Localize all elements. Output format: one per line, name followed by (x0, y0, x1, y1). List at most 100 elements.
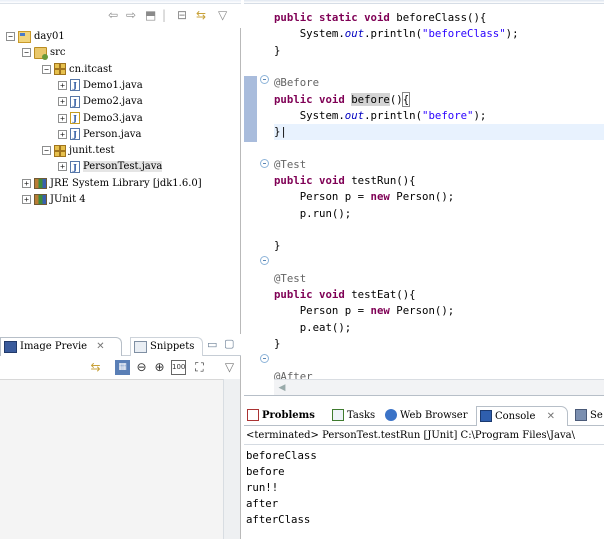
vertical-scrollbar[interactable] (223, 379, 240, 539)
code-line[interactable]: } (274, 43, 604, 59)
tree-item[interactable]: − junit.test (42, 143, 114, 159)
collapse-icon[interactable]: − (6, 32, 15, 41)
tab-console[interactable]: Console ✕ (476, 406, 568, 426)
fold-toggle-icon[interactable] (260, 75, 269, 84)
library-icon (34, 194, 47, 205)
package-explorer: ⇦ ⇨ ⬒ | ⊟ ⇆ ▽ − day01− src − cn.itcast + J Demo… (0, 0, 241, 327)
expand-icon[interactable]: + (58, 113, 67, 123)
problems-icon (247, 409, 259, 421)
expand-icon[interactable]: + (22, 195, 31, 204)
tree-item[interactable]: + J Person.java (58, 127, 141, 143)
link-icon[interactable]: ⇆ (88, 360, 103, 375)
code-line[interactable]: public void before(){ (274, 91, 604, 108)
minimize-icon[interactable]: ▭ (207, 338, 217, 351)
code-line[interactable]: @Test (274, 157, 604, 173)
tree-item-label: Person.java (83, 128, 142, 140)
fit-image-icon[interactable]: ▦ (115, 360, 130, 375)
fold-toggle-icon[interactable] (260, 159, 269, 168)
code-line[interactable] (274, 222, 604, 238)
tree-item-label: junit.test (69, 145, 115, 157)
tree-item[interactable]: − cn.itcast (42, 62, 112, 78)
console-line: before (246, 465, 285, 478)
code-area[interactable]: public static void beforeClass(){ System… (274, 4, 604, 399)
code-line[interactable]: p.eat(); (274, 320, 604, 336)
view-menu-icon[interactable]: ▽ (218, 8, 227, 22)
back-icon[interactable]: ⇦ (108, 8, 118, 22)
code-line[interactable]: }| (274, 124, 604, 141)
link-with-editor-icon[interactable]: ⇆ (196, 8, 206, 22)
tab-problems[interactable]: Problems (244, 406, 324, 426)
scroll-left-icon[interactable]: ◀ (276, 382, 288, 394)
java-file-icon: J (70, 160, 80, 173)
code-line[interactable]: @Before (274, 75, 604, 91)
code-line[interactable]: @Test (274, 271, 604, 287)
console-line: afterClass (246, 513, 311, 526)
tab-image-preview[interactable]: Image Previe ✕ (0, 337, 122, 356)
close-icon[interactable]: ✕ (96, 341, 104, 352)
tree-item[interactable]: + J PersonTest.java (58, 159, 163, 175)
code-line[interactable] (274, 59, 604, 75)
tree-item[interactable]: − src (22, 45, 66, 61)
java-file-icon: J (70, 128, 80, 141)
package-explorer-toolbar: ⇦ ⇨ ⬒ | ⊟ ⇆ ▽ (0, 0, 241, 28)
fold-toggle-icon[interactable] (260, 354, 269, 363)
expand-icon[interactable]: + (58, 97, 67, 107)
code-line[interactable]: } (274, 336, 604, 352)
zoom-100-icon[interactable]: 100 (171, 360, 186, 375)
code-line[interactable]: public void testRun(){ (274, 173, 604, 189)
code-line[interactable]: } (274, 238, 604, 254)
view-menu-icon[interactable]: ▽ (222, 360, 237, 375)
tree-item[interactable]: + J Demo2.java (58, 94, 143, 110)
console-panel: Problems Tasks Web Browser Console ✕ Se … (244, 395, 604, 539)
zoom-out-icon[interactable]: ⊖ (134, 360, 149, 375)
horizontal-scrollbar[interactable]: ◀ (274, 379, 604, 395)
fit-window-icon[interactable]: ⛶ (192, 360, 207, 375)
console-output[interactable]: beforeClass before run!! after afterClass (244, 448, 604, 539)
tree-item[interactable]: + JRE System Library [jdk1.6.0] (22, 176, 202, 192)
code-line[interactable]: Person p = new Person(); (274, 303, 604, 319)
tree-item[interactable]: + J Demo3.java (58, 111, 143, 127)
fold-toggle-icon[interactable] (260, 256, 269, 265)
tree-item-label: src (50, 47, 66, 59)
expand-icon[interactable]: + (22, 178, 31, 188)
code-line[interactable]: System.out.println("beforeClass"); (274, 26, 604, 42)
tree-item[interactable]: − day01 (6, 29, 65, 45)
collapse-all-icon[interactable]: ⊟ (177, 8, 187, 22)
tree-item[interactable]: + JUnit 4 (22, 192, 86, 208)
zoom-in-icon[interactable]: ⊕ (152, 360, 167, 375)
tab-snippets[interactable]: Snippets (130, 337, 203, 356)
expand-icon[interactable]: + (58, 129, 67, 139)
java-file-icon: J (70, 112, 80, 124)
tree-item-label: Demo2.java (83, 96, 143, 108)
tab-servers[interactable]: Se (572, 406, 604, 426)
code-line[interactable]: public void testEat(){ (274, 287, 604, 303)
forward-icon[interactable]: ⇨ (126, 8, 136, 22)
collapse-icon[interactable]: − (42, 64, 51, 74)
tree-item-label: cn.itcast (69, 63, 113, 75)
tab-console-label: Console (495, 411, 536, 422)
package-icon (54, 63, 66, 76)
code-line[interactable]: public static void beforeClass(){ (274, 10, 604, 26)
expand-icon[interactable]: + (58, 80, 67, 90)
image-preview-icon (4, 341, 17, 353)
collapse-icon[interactable]: − (22, 48, 31, 58)
code-line[interactable] (274, 352, 604, 368)
tree-item[interactable]: + J Demo1.java (58, 78, 143, 94)
globe-icon (385, 409, 397, 421)
tree-item-label: Demo3.java (83, 112, 143, 124)
bottom-tab-bar: Problems Tasks Web Browser Console ✕ Se (244, 404, 604, 426)
code-line[interactable] (274, 255, 604, 271)
code-line[interactable]: p.run(); (274, 206, 604, 222)
expand-icon[interactable]: + (58, 162, 67, 172)
code-line[interactable] (274, 140, 604, 156)
code-line[interactable]: Person p = new Person(); (274, 189, 604, 205)
collapse-icon[interactable]: − (42, 146, 51, 156)
console-line: beforeClass (246, 449, 317, 462)
up-icon[interactable]: ⬒ (145, 8, 156, 22)
maximize-icon[interactable]: ▢ (224, 337, 234, 350)
java-file-icon: J (70, 95, 80, 108)
tab-web-browser[interactable]: Web Browser (382, 406, 472, 426)
tab-tasks[interactable]: Tasks (329, 406, 377, 426)
close-icon[interactable]: ✕ (547, 411, 555, 422)
code-line[interactable]: System.out.println("before"); (274, 108, 604, 124)
